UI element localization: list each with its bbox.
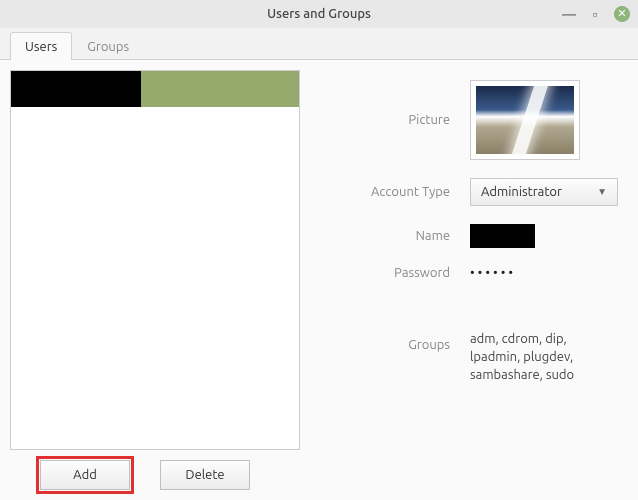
field-password: Password •••••• [320, 266, 618, 280]
name-value[interactable] [470, 224, 535, 248]
close-icon[interactable]: ✕ [614, 6, 630, 22]
button-bar: Add Delete [0, 450, 638, 500]
user-list-panel [10, 70, 300, 450]
maximize-icon[interactable]: ▫ [588, 7, 602, 21]
groups-value: adm, cdrom, dip, lpadmin, plugdev, samba… [470, 330, 618, 385]
password-value[interactable]: •••••• [470, 266, 516, 280]
picture-icon [476, 86, 574, 154]
field-groups: Groups adm, cdrom, dip, lpadmin, plugdev… [320, 330, 618, 385]
account-type-label: Account Type [320, 185, 470, 199]
window-controls: — ▫ ✕ [562, 0, 630, 28]
titlebar: Users and Groups — ▫ ✕ [0, 0, 638, 28]
tabbar: Users Groups [0, 28, 638, 60]
password-label: Password [320, 266, 470, 280]
minimize-icon[interactable]: — [562, 7, 576, 21]
tab-groups[interactable]: Groups [72, 32, 144, 60]
account-type-value: Administrator [481, 185, 562, 199]
add-button[interactable]: Add [40, 460, 130, 490]
window-title: Users and Groups [267, 7, 371, 21]
list-item[interactable] [11, 71, 299, 107]
picture-button[interactable] [470, 80, 580, 160]
user-listbox[interactable] [10, 70, 300, 450]
field-account-type: Account Type Administrator ▼ [320, 178, 618, 206]
chevron-down-icon: ▼ [597, 186, 607, 198]
content: Picture Account Type Administrator ▼ Nam… [0, 60, 638, 450]
account-type-select[interactable]: Administrator ▼ [470, 178, 618, 206]
picture-label: Picture [320, 113, 470, 127]
tab-users[interactable]: Users [10, 32, 72, 60]
groups-label: Groups [320, 330, 470, 352]
name-label: Name [320, 229, 470, 243]
details-panel: Picture Account Type Administrator ▼ Nam… [320, 70, 628, 450]
field-picture: Picture [320, 80, 618, 160]
delete-button[interactable]: Delete [160, 460, 250, 490]
field-name: Name [320, 224, 618, 248]
user-thumb [11, 71, 141, 107]
